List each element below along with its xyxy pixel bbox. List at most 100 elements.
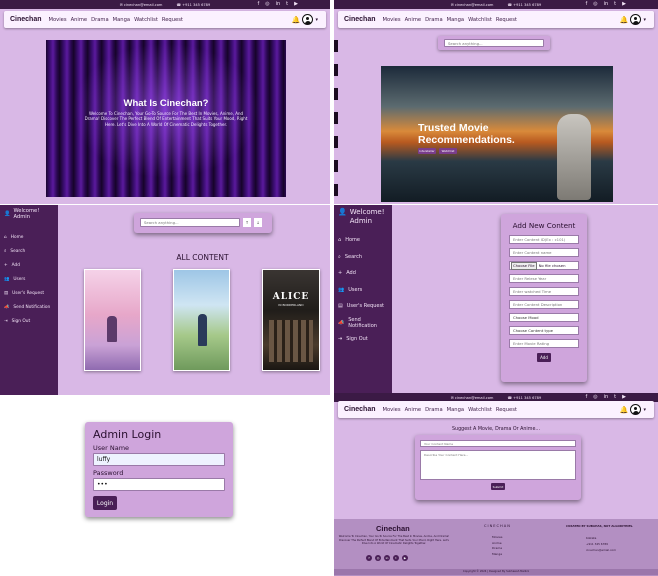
nav-request[interactable]: Request	[496, 407, 517, 413]
poster-card-3[interactable]: ALICE IN BORDERLAND	[262, 269, 320, 371]
brand-logo[interactable]: Cinechan	[344, 16, 376, 23]
linkedin-icon[interactable]: in	[276, 1, 281, 7]
avatar-icon[interactable]	[302, 14, 314, 25]
twitter-icon[interactable]: t	[286, 1, 288, 7]
twitter-icon[interactable]: t	[614, 394, 616, 400]
description-textarea[interactable]: Describe Your Content Here...	[420, 450, 576, 480]
nav-request[interactable]: Request	[162, 17, 183, 23]
footer-link-manga[interactable]: Manga	[492, 552, 502, 558]
mood-select[interactable]: Choose Mood	[509, 313, 579, 322]
facebook-icon[interactable]: f	[257, 1, 259, 7]
sidebar-item-home[interactable]: ⌂ Home	[4, 230, 54, 244]
youtube-icon[interactable]: ▶	[294, 1, 298, 7]
password-input[interactable]: •••	[93, 478, 225, 491]
youtube-icon[interactable]: ▶	[622, 394, 626, 400]
nav-anime[interactable]: Anime	[71, 17, 88, 23]
instagram-icon[interactable]: ◎	[593, 394, 597, 400]
search-input[interactable]: Search anything...	[140, 218, 240, 227]
sidebar-item-notification[interactable]: 📣 Send Notification	[4, 300, 54, 314]
twitter-icon[interactable]: t	[393, 555, 399, 561]
add-button[interactable]: Add	[537, 353, 551, 362]
instagram-icon[interactable]: ◎	[593, 1, 597, 7]
form-title: Add New Content	[512, 221, 576, 230]
youtube-icon[interactable]: ▶	[402, 555, 408, 561]
sidebar-item-users[interactable]: 👥 Users	[4, 272, 54, 286]
linkedin-icon[interactable]: in	[604, 1, 609, 7]
choose-file-button[interactable]: Choose File	[511, 261, 537, 270]
chevron-down-icon[interactable]: ▾	[643, 407, 646, 413]
facebook-icon[interactable]: f	[585, 394, 587, 400]
sidebar-item-signout[interactable]: ⇥ Sign Out	[338, 331, 388, 348]
sidebar-item-search[interactable]: ⌕ Search	[4, 244, 54, 258]
content-id-input[interactable]: Enter Content ID(Ex : c101)	[509, 235, 579, 244]
nav-drama[interactable]: Drama	[91, 17, 109, 23]
footer-link-drama[interactable]: Drama	[492, 546, 502, 552]
nav-drama[interactable]: Drama	[425, 17, 443, 23]
avatar-icon[interactable]	[630, 14, 642, 25]
nav-anime[interactable]: Anime	[405, 407, 422, 413]
add-content-form: Add New Content Enter Content ID(Ex : c1…	[501, 214, 587, 382]
watched-time-input[interactable]: Enter watched Time	[509, 287, 579, 296]
brand-logo[interactable]: Cinechan	[344, 406, 376, 413]
login-title: Admin Login	[93, 428, 162, 441]
nav-watchlist[interactable]: Watchlist	[134, 17, 158, 23]
nav-movies[interactable]: Movies	[383, 407, 401, 413]
nav-manga[interactable]: Manga	[447, 407, 464, 413]
footer-link-movies[interactable]: Movies	[492, 535, 502, 541]
filter-button[interactable]: ↑	[243, 218, 251, 227]
sidebar-item-requests[interactable]: ▤ User's Request	[338, 298, 388, 315]
facebook-icon[interactable]: f	[366, 555, 372, 561]
youtube-icon[interactable]: ▶	[622, 1, 626, 7]
sidebar-item-add[interactable]: + Add	[338, 265, 388, 282]
rating-input[interactable]: Enter Movie Rating	[509, 339, 579, 348]
linkedin-icon[interactable]: in	[604, 394, 609, 400]
nav-watchlist[interactable]: Watchlist	[468, 407, 492, 413]
sidebar-item-add[interactable]: + Add	[4, 258, 54, 272]
nav-drama[interactable]: Drama	[425, 407, 443, 413]
instagram-icon[interactable]: ◎	[265, 1, 269, 7]
bell-icon[interactable]: 🔔	[620, 16, 629, 24]
description-input[interactable]: Enter Content Description	[509, 300, 579, 309]
sidebar-item-search[interactable]: ⌕ Search	[338, 249, 388, 266]
avatar-icon[interactable]	[630, 404, 642, 415]
chevron-down-icon[interactable]: ▾	[315, 17, 318, 23]
sidebar-item-requests[interactable]: ▤ User's Request	[4, 286, 54, 300]
admin-sidebar: 👤 Welcome! Admin ⌂ Home ⌕ Search + Add 👥 Use…	[0, 205, 58, 395]
content-name-input[interactable]: Enter Content name	[509, 248, 579, 257]
sidebar-item-signout[interactable]: ⇥ Sign Out	[4, 314, 54, 328]
nav-movies[interactable]: Movies	[49, 17, 67, 23]
nav-manga[interactable]: Manga	[113, 17, 130, 23]
sidebar-item-notification[interactable]: 📣 Send Notification	[338, 315, 388, 332]
sidebar-item-users[interactable]: 👥 Users	[338, 282, 388, 299]
twitter-icon[interactable]: t	[614, 1, 616, 7]
nav-anime[interactable]: Anime	[405, 17, 422, 23]
brand-logo[interactable]: Cinechan	[10, 16, 42, 23]
sidebar-item-label: Search	[344, 253, 362, 260]
poster-card-2[interactable]	[173, 269, 230, 371]
chevron-down-icon[interactable]: ▾	[643, 17, 646, 23]
release-year-input[interactable]: Enter Relese Year	[509, 274, 579, 283]
nav-watchlist[interactable]: Watchlist	[468, 17, 492, 23]
linkedin-icon[interactable]: in	[384, 555, 390, 561]
interstellar-button[interactable]: Interstellar	[418, 148, 436, 154]
bell-icon[interactable]: 🔔	[620, 406, 629, 414]
content-name-input[interactable]: Your Content Name	[420, 440, 576, 447]
bell-icon[interactable]: 🔔	[292, 16, 301, 24]
nav-movies[interactable]: Movies	[383, 17, 401, 23]
facebook-icon[interactable]: f	[585, 1, 587, 7]
nav-request[interactable]: Request	[496, 17, 517, 23]
sort-button[interactable]: ↓	[254, 218, 262, 227]
nav-manga[interactable]: Manga	[447, 17, 464, 23]
search-input[interactable]: Search anything...	[444, 39, 544, 47]
submit-button[interactable]: Submit	[491, 483, 505, 490]
panel-admin-login: Admin Login User Name luffy Password •••…	[0, 396, 330, 576]
login-button[interactable]: Login	[93, 496, 117, 510]
poster-card-1[interactable]	[84, 269, 141, 371]
watchlist-button[interactable]: Watchlist	[439, 148, 457, 154]
instagram-icon[interactable]: ◎	[375, 555, 381, 561]
panel-home-search: ✉ cinechan@email.com ☎ +911 345 6789 f ◎…	[334, 0, 658, 204]
username-input[interactable]: luffy	[93, 453, 225, 466]
contact-email: ✉ cinechan@email.com	[119, 2, 163, 7]
sidebar-item-home[interactable]: ⌂ Home	[338, 232, 388, 249]
content-type-select[interactable]: Choose Content type	[509, 326, 579, 335]
